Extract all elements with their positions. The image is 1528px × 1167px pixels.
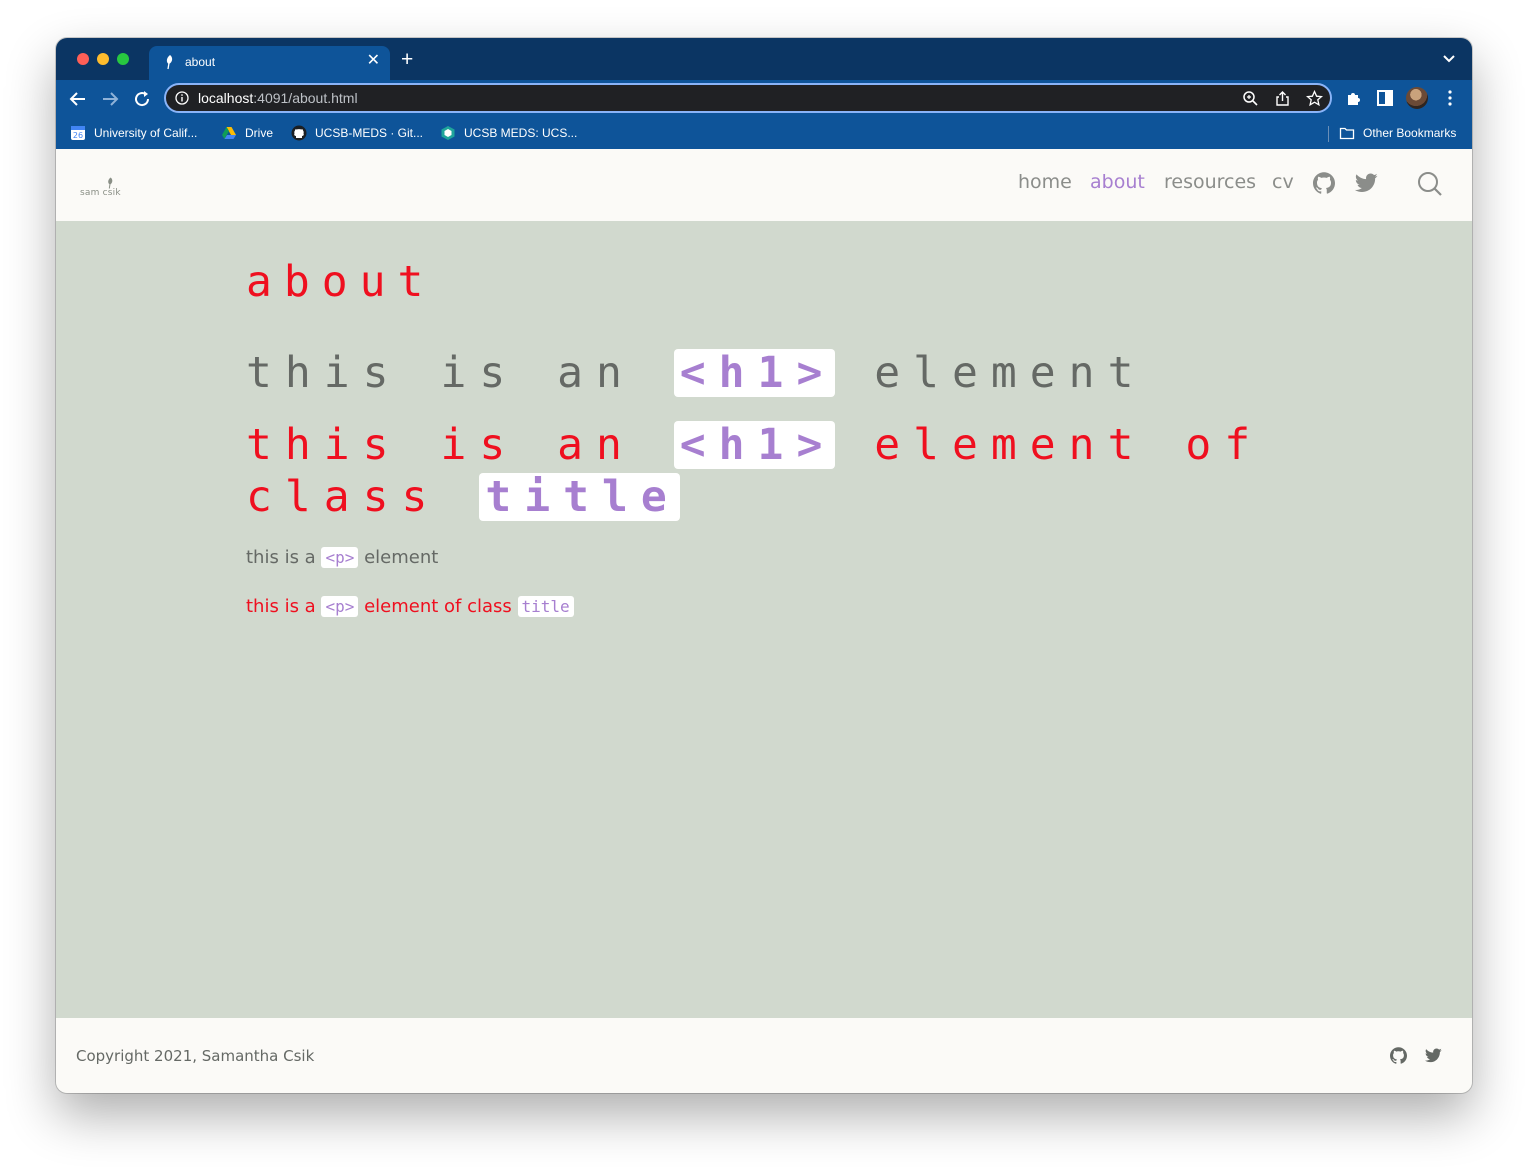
- url-text: localhost:4091/about.html: [198, 90, 358, 106]
- code-p-badge: <p>: [321, 547, 359, 568]
- nav-link-about[interactable]: about: [1090, 171, 1145, 193]
- chevron-down-icon[interactable]: [1442, 54, 1456, 64]
- maximize-window-button[interactable]: [117, 53, 129, 65]
- extensions-puzzle-icon[interactable]: [1345, 89, 1363, 107]
- google-drive-icon: [222, 127, 236, 139]
- code-title-badge: title: [517, 596, 574, 617]
- bookmark-drive[interactable]: Drive: [221, 124, 273, 142]
- github-icon[interactable]: [1390, 1047, 1407, 1064]
- site-logo[interactable]: sam csik: [80, 173, 121, 199]
- more-menu-icon[interactable]: [1441, 89, 1459, 107]
- h1-example-plain: this is an <h1> element: [246, 348, 1147, 398]
- tab-close-icon[interactable]: ✕: [367, 52, 380, 70]
- github-icon[interactable]: [1313, 172, 1335, 194]
- bookmark-university[interactable]: 26 University of Calif...: [70, 124, 197, 142]
- site-navbar: sam csik home about resources cv: [56, 149, 1472, 221]
- tab-strip: about ✕ +: [56, 38, 1472, 80]
- new-tab-button[interactable]: +: [401, 49, 413, 71]
- nav-link-resources[interactable]: resources: [1164, 171, 1256, 193]
- share-icon[interactable]: [1274, 90, 1291, 107]
- nav-link-cv[interactable]: cv: [1272, 171, 1294, 193]
- side-panel-icon[interactable]: [1376, 89, 1394, 107]
- bookmark-ucsb-meds-github[interactable]: UCSB-MEDS · Git...: [291, 124, 423, 142]
- svg-text:26: 26: [73, 131, 83, 140]
- code-title-badge: title: [479, 473, 680, 521]
- p-example-title: this is a <p> element of class title: [246, 596, 574, 617]
- bookmarks-separator: [1328, 126, 1329, 142]
- nav-link-home[interactable]: home: [1018, 171, 1072, 193]
- code-h1-badge: <h1>: [673, 421, 836, 469]
- search-icon[interactable]: [1417, 171, 1443, 197]
- site-footer: Copyright 2021, Samantha Csik: [56, 1018, 1472, 1093]
- browser-tab-active[interactable]: about ✕: [149, 46, 390, 80]
- profile-avatar[interactable]: [1406, 87, 1428, 109]
- browser-window: about ✕ + localhost:4091/about.html 26 U…: [56, 38, 1472, 1093]
- code-h1-badge: <h1>: [673, 349, 836, 397]
- page-title: about: [246, 257, 436, 307]
- address-bar[interactable]: localhost:4091/about.html: [164, 83, 1332, 113]
- leaf-favicon-icon: [166, 55, 173, 70]
- logo-text: sam csik: [80, 188, 121, 198]
- reload-icon[interactable]: [132, 89, 152, 109]
- back-arrow-icon[interactable]: [68, 89, 88, 109]
- bookmark-star-icon[interactable]: [1306, 90, 1323, 107]
- twitter-icon[interactable]: [1355, 173, 1378, 193]
- other-bookmarks[interactable]: Other Bookmarks: [1339, 124, 1456, 142]
- h1-example-title-line2: class title: [246, 472, 680, 522]
- copyright-text: Copyright 2021, Samantha Csik: [76, 1047, 315, 1065]
- github-icon: [291, 125, 307, 141]
- twitter-icon[interactable]: [1425, 1048, 1442, 1063]
- bookmarks-bar: 26 University of Calif... Drive UCSB-MED…: [56, 118, 1472, 149]
- code-p-badge: <p>: [321, 596, 359, 617]
- zoom-icon[interactable]: [1242, 90, 1259, 107]
- close-window-button[interactable]: [77, 53, 89, 65]
- main-content: about this is an <h1> element this is an…: [56, 221, 1472, 1018]
- p-example-plain: this is a <p> element: [246, 547, 439, 568]
- calendar-icon: 26: [71, 126, 85, 140]
- bookmark-ucsb-meds[interactable]: UCSB MEDS: UCS...: [440, 124, 577, 142]
- browser-toolbar: localhost:4091/about.html: [56, 80, 1472, 118]
- folder-icon: [1339, 127, 1355, 140]
- h1-example-title-line1: this is an <h1> element of: [246, 420, 1264, 470]
- tab-title: about: [185, 55, 216, 69]
- meds-icon: [441, 126, 455, 140]
- info-icon[interactable]: [175, 91, 189, 105]
- minimize-window-button[interactable]: [97, 53, 109, 65]
- forward-arrow-icon[interactable]: [100, 89, 120, 109]
